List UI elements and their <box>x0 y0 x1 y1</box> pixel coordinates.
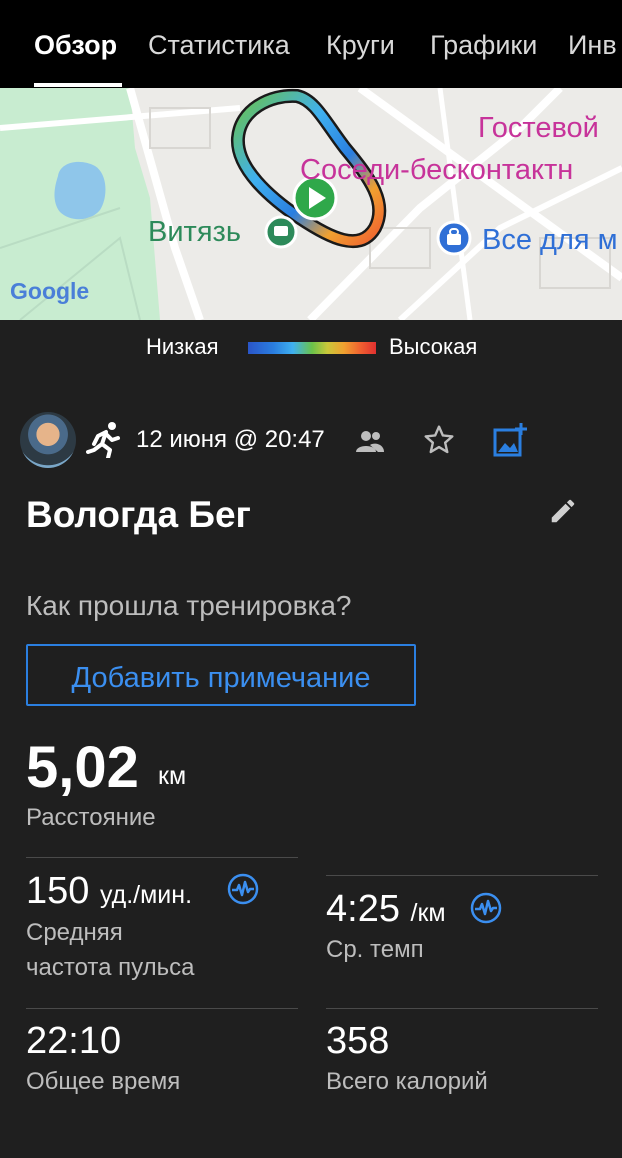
tab-laps[interactable]: Круги <box>326 30 395 61</box>
group-icon[interactable] <box>356 430 384 452</box>
divider <box>326 1008 598 1009</box>
workout-question: Как прошла тренировка? <box>26 590 352 621</box>
calories-value: 358 <box>326 1020 390 1062</box>
avg-pace-unit: /км <box>410 899 446 927</box>
legend-low-label: Низкая <box>146 334 219 359</box>
distance-label: Расстояние <box>26 804 156 831</box>
map-label-neighbors: Соседи-бесконтактн <box>300 154 574 186</box>
user-avatar[interactable] <box>20 412 76 468</box>
map-label-guest: Гостевой <box>478 112 599 144</box>
add-photo-icon[interactable] <box>492 422 528 458</box>
tab-bar: Обзор Статистика Круги Графики Инв <box>0 0 622 88</box>
distance-unit: км <box>158 762 187 790</box>
activity-title: Вологда Бег <box>26 494 251 535</box>
legend-color-bar <box>248 342 376 354</box>
calories-label: Всего калорий <box>326 1068 488 1095</box>
route-map[interactable]: Гостевой Соседи-бесконтактн Витязь Все д… <box>0 88 622 320</box>
divider <box>26 857 298 858</box>
lake <box>54 161 106 220</box>
pace-icon[interactable] <box>470 892 502 924</box>
tab-charts[interactable]: Графики <box>430 30 537 61</box>
distance-value: 5,02 <box>26 735 139 800</box>
total-time-label: Общее время <box>26 1068 181 1095</box>
activity-date: 12 июня @ 20:47 <box>136 426 325 453</box>
avg-hr-value-row: 150 уд./мин. <box>26 870 192 913</box>
map-label-store: Все для м <box>482 224 618 256</box>
active-tab-indicator <box>34 83 122 87</box>
tab-equipment[interactable]: Инв <box>568 30 617 61</box>
divider <box>326 875 598 876</box>
add-note-button[interactable]: Добавить примечание <box>26 644 416 706</box>
avg-pace-label: Ср. темп <box>326 936 424 963</box>
legend-high-label: Высокая <box>389 334 478 359</box>
intensity-legend: Низкая Высокая <box>0 334 622 364</box>
map-label-vityaz: Витязь <box>148 216 241 248</box>
divider <box>26 1008 298 1009</box>
running-icon <box>86 422 120 458</box>
avg-hr-value: 150 <box>26 870 90 912</box>
avg-pace-value-row: 4:25 /км <box>326 888 446 931</box>
heart-rate-icon[interactable] <box>227 873 259 905</box>
avg-hr-unit: уд./мин. <box>99 881 193 909</box>
edit-pencil-icon[interactable] <box>548 496 578 526</box>
star-icon[interactable] <box>422 424 456 456</box>
google-logo: Google <box>10 278 90 304</box>
total-time-value: 22:10 <box>26 1020 122 1062</box>
avg-pace-value: 4:25 <box>326 888 400 930</box>
tab-statistics[interactable]: Статистика <box>148 30 290 61</box>
tab-overview[interactable]: Обзор <box>34 30 117 61</box>
avg-hr-label-line2: частота пульса <box>26 954 195 981</box>
avg-hr-label-line1: Средняя <box>26 919 123 946</box>
